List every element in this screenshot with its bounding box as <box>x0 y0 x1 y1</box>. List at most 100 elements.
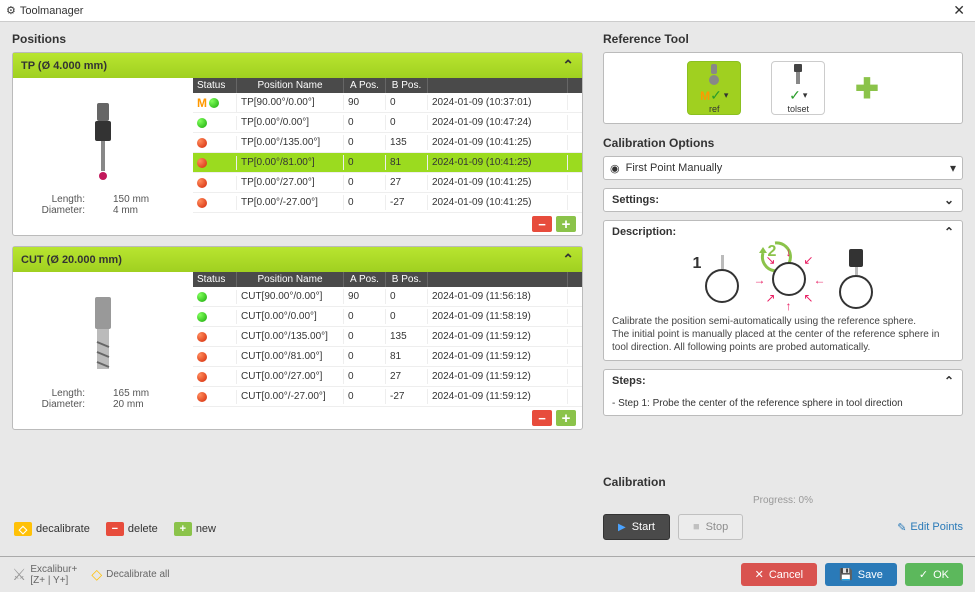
description-accordion: Description: ⌃ 1 <box>603 220 963 361</box>
status-cell <box>193 390 237 404</box>
apos-cell: 0 <box>344 309 386 324</box>
date-cell: 2024-01-09 (10:41:25) <box>428 175 568 190</box>
apos-cell: 90 <box>344 95 386 110</box>
table-row[interactable]: TP[0.00°/-27.00°]0-272024-01-09 (10:41:2… <box>193 193 582 213</box>
chevron-down-icon: ▾ <box>950 161 956 175</box>
chevron-up-icon: ⌃ <box>944 225 954 239</box>
delete-row-button[interactable]: − <box>532 216 552 232</box>
chevron-up-icon: ⌃ <box>562 251 574 268</box>
status-cell <box>193 196 237 210</box>
table-body[interactable]: MTP[90.00°/0.00°]9002024-01-09 (10:37:01… <box>193 93 582 213</box>
col-status: Status <box>193 272 237 287</box>
table-row[interactable]: CUT[90.00°/0.00°]9002024-01-09 (11:56:18… <box>193 287 582 307</box>
table-row[interactable]: CUT[0.00°/81.00°]0812024-01-09 (11:59:12… <box>193 347 582 367</box>
bpos-cell: 81 <box>386 349 428 364</box>
cancel-button[interactable]: ✕ Cancel <box>741 563 817 586</box>
start-button[interactable]: ▶ Start <box>603 514 670 540</box>
delete-row-button[interactable]: − <box>532 410 552 426</box>
add-reference-button[interactable]: ✚ <box>855 72 878 105</box>
status-dot-red <box>197 332 207 342</box>
status-dot-red <box>197 178 207 188</box>
table-row[interactable]: MTP[90.00°/0.00°]9002024-01-09 (10:37:01… <box>193 93 582 113</box>
window-title: Toolmanager <box>20 5 949 17</box>
diameter-value: 4 mm <box>113 205 173 216</box>
status-cell <box>193 370 237 384</box>
ref-tool-button[interactable]: M✓▾ ref <box>687 61 741 115</box>
close-icon[interactable]: ✕ <box>949 2 969 19</box>
add-row-button[interactable]: + <box>556 410 576 426</box>
tool-icon <box>787 62 809 87</box>
col-bpos: B Pos. <box>386 78 428 93</box>
table-row[interactable]: TP[0.00°/81.00°]0812024-01-09 (10:41:25) <box>193 153 582 173</box>
status-cell <box>193 136 237 150</box>
decalibrate-icon: ◇ <box>91 566 102 583</box>
table-header: StatusPosition NameA Pos.B Pos. <box>193 272 582 287</box>
status-cell: M <box>193 94 237 112</box>
new-icon: + <box>174 522 192 536</box>
apos-cell: 0 <box>344 349 386 364</box>
table-row[interactable]: CUT[0.00°/27.00°]0272024-01-09 (11:59:12… <box>193 367 582 387</box>
footer: ⚔ Excalibur+ [Z+ | Y+] ◇ Decalibrate all… <box>0 556 975 592</box>
table-row[interactable]: TP[0.00°/27.00°]0272024-01-09 (10:41:25) <box>193 173 582 193</box>
bpos-cell: 0 <box>386 309 428 324</box>
bpos-cell: 0 <box>386 289 428 304</box>
tool-preview: Length:165 mmDiameter:20 mm <box>13 272 193 429</box>
tolset-button[interactable]: ✓▾ tolset <box>771 61 825 115</box>
edit-points-link[interactable]: ✎ Edit Points <box>897 521 963 534</box>
group-header[interactable]: TP (Ø 4.000 mm)⌃ <box>13 53 582 78</box>
table-row[interactable]: CUT[0.00°/0.00°]002024-01-09 (11:58:19) <box>193 307 582 327</box>
legend-delete: − delete <box>106 522 158 536</box>
apos-cell: 0 <box>344 175 386 190</box>
name-cell: TP[0.00°/27.00°] <box>237 175 344 190</box>
settings-header[interactable]: Settings: ⌄ <box>604 189 962 211</box>
group-title: CUT (Ø 20.000 mm) <box>21 254 122 266</box>
name-cell: CUT[0.00°/81.00°] <box>237 349 344 364</box>
col-name: Position Name <box>237 272 344 287</box>
save-button[interactable]: 💾 Save <box>825 563 897 586</box>
excalibur-button[interactable]: ⚔ Excalibur+ [Z+ | Y+] <box>12 564 77 586</box>
apos-cell: 0 <box>344 155 386 170</box>
table-row[interactable]: TP[0.00°/0.00°]002024-01-09 (10:47:24) <box>193 113 582 133</box>
sphere-icon: ◉ <box>610 162 620 175</box>
apos-cell: 90 <box>344 289 386 304</box>
sword-icon: ⚔ <box>12 565 26 585</box>
status-cell <box>193 116 237 130</box>
status-cell <box>193 330 237 344</box>
date-cell: 2024-01-09 (11:59:12) <box>428 349 568 364</box>
name-cell: CUT[90.00°/0.00°] <box>237 289 344 304</box>
bpos-cell: 81 <box>386 155 428 170</box>
status-dot-red <box>197 392 207 402</box>
reference-panel: M✓▾ ref ✓▾ tolset ✚ <box>603 52 963 124</box>
table-body[interactable]: CUT[90.00°/0.00°]9002024-01-09 (11:56:18… <box>193 287 582 407</box>
table-row[interactable]: CUT[0.00°/-27.00°]0-272024-01-09 (11:59:… <box>193 387 582 407</box>
delete-icon: − <box>106 522 124 536</box>
chevron-down-icon: ▾ <box>803 90 808 101</box>
stop-icon: ■ <box>693 521 700 533</box>
add-row-button[interactable]: + <box>556 216 576 232</box>
status-cell <box>193 350 237 364</box>
pencil-icon: ✎ <box>897 521 906 534</box>
play-icon: ▶ <box>618 522 626 533</box>
group-header[interactable]: CUT (Ø 20.000 mm) ⌃ <box>13 247 582 272</box>
table-row[interactable]: TP[0.00°/135.00°]01352024-01-09 (10:41:2… <box>193 133 582 153</box>
diameter-value: 20 mm <box>113 399 173 410</box>
name-cell: CUT[0.00°/135.00°] <box>237 329 344 344</box>
status-dot-red <box>197 372 207 382</box>
legend-decalibrate: ◇ decalibrate <box>14 522 90 536</box>
calib-mode-select[interactable]: ◉ First Point Manually ▾ <box>603 156 963 180</box>
date-cell: 2024-01-09 (11:59:12) <box>428 329 568 344</box>
col-apos: A Pos. <box>344 272 386 287</box>
decalibrate-all-button[interactable]: ◇ Decalibrate all <box>91 566 169 583</box>
ok-button[interactable]: ✓ OK <box>905 563 963 586</box>
status-cell <box>193 310 237 324</box>
probe-tool-icon <box>83 98 123 188</box>
steps-header[interactable]: Steps: ⌃ <box>604 370 962 392</box>
check-icon: ✓ <box>919 568 928 581</box>
status-cell <box>193 156 237 170</box>
check-icon: ✓ <box>710 87 722 104</box>
length-label: Length: <box>33 388 93 399</box>
table-row[interactable]: CUT[0.00°/135.00°]01352024-01-09 (11:59:… <box>193 327 582 347</box>
tool-preview: Length:150 mmDiameter:4 mm <box>13 78 193 235</box>
bpos-cell: 135 <box>386 135 428 150</box>
apos-cell: 0 <box>344 389 386 404</box>
